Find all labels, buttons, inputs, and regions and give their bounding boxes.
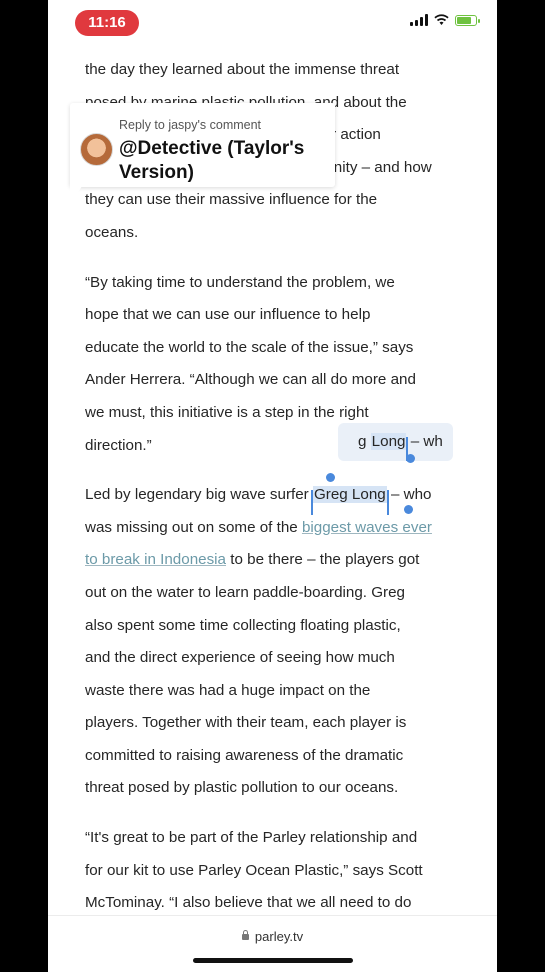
text-line: the day they learned about the immense t…: [85, 61, 400, 78]
text-line: threat posed by plastic pollution to our…: [85, 779, 399, 797]
url-text: parley.tv: [254, 929, 304, 944]
text-line: and the direct experience of seeing how …: [85, 649, 395, 667]
selection-end-handle[interactable]: [404, 505, 413, 514]
text-line: was missing out on some of the biggest w…: [85, 512, 465, 545]
text-fragment: to be there – the players got: [226, 551, 420, 569]
status-time: 11:16: [75, 10, 139, 36]
status-icons: [410, 14, 480, 26]
popup-tail: [70, 183, 84, 205]
phone-screen: 11:16 the day they learned about the imm…: [48, 0, 497, 972]
text-line: for our kit to use Parley Ocean Plastic,…: [85, 861, 423, 879]
text-line: oceans.: [85, 223, 139, 241]
selection-start-handle[interactable]: [326, 473, 335, 482]
selected-text[interactable]: Greg Long: [312, 486, 387, 504]
text-fragment: – wh: [406, 433, 443, 450]
text-line: players. Together with their team, each …: [85, 714, 407, 732]
url-display[interactable]: parley.tv: [48, 929, 497, 944]
reply-label: Reply to jaspy's comment: [119, 118, 262, 132]
article-link[interactable]: to break in Indonesia: [85, 551, 226, 568]
text-line: “By taking time to understand the proble…: [85, 273, 395, 291]
signal-icon: [410, 14, 428, 26]
lock-icon: [241, 929, 249, 940]
article-link[interactable]: biggest waves ever: [302, 519, 432, 536]
text-line: out on the water to learn paddle-boardin…: [85, 583, 405, 601]
text-line: to break in Indonesia to be there – the …: [85, 544, 465, 577]
magnified-selection: Long: [370, 433, 407, 450]
text-line: educate the world to the scale of the is…: [85, 338, 414, 356]
reply-username: @Detective (Taylor's Version): [119, 138, 305, 183]
avatar: [80, 133, 113, 166]
browser-url-bar[interactable]: parley.tv: [48, 915, 497, 972]
home-indicator[interactable]: [193, 958, 353, 963]
text-line: committed to raising awareness of the dr…: [85, 746, 404, 764]
text-fragment: was missing out on some of the: [85, 518, 302, 536]
text-line: Ander Herrera. “Although we can all do m…: [85, 371, 416, 389]
status-bar: 11:16: [48, 0, 497, 44]
text-line: they can use their massive influence for…: [85, 191, 378, 209]
loupe-handle: [406, 454, 415, 463]
text-line: “It's great to be part of the Parley rel…: [85, 829, 418, 847]
text-magnifier: g Long – wh: [338, 423, 453, 461]
text-line: hope that we can use our influence to he…: [85, 306, 371, 324]
text-line: waste there was had a huge impact on the: [85, 681, 371, 699]
battery-charging-icon: [455, 14, 480, 26]
text-fragment: g: [358, 433, 371, 450]
reply-comment-popup[interactable]: Reply to jaspy's comment @Detective (Tay…: [70, 103, 335, 187]
text-fragment: – who: [386, 486, 432, 504]
text-line: also spent some time collecting floating…: [85, 616, 401, 634]
wifi-icon: [434, 14, 449, 25]
text-fragment: Led by legendary big wave surfer: [85, 486, 313, 504]
